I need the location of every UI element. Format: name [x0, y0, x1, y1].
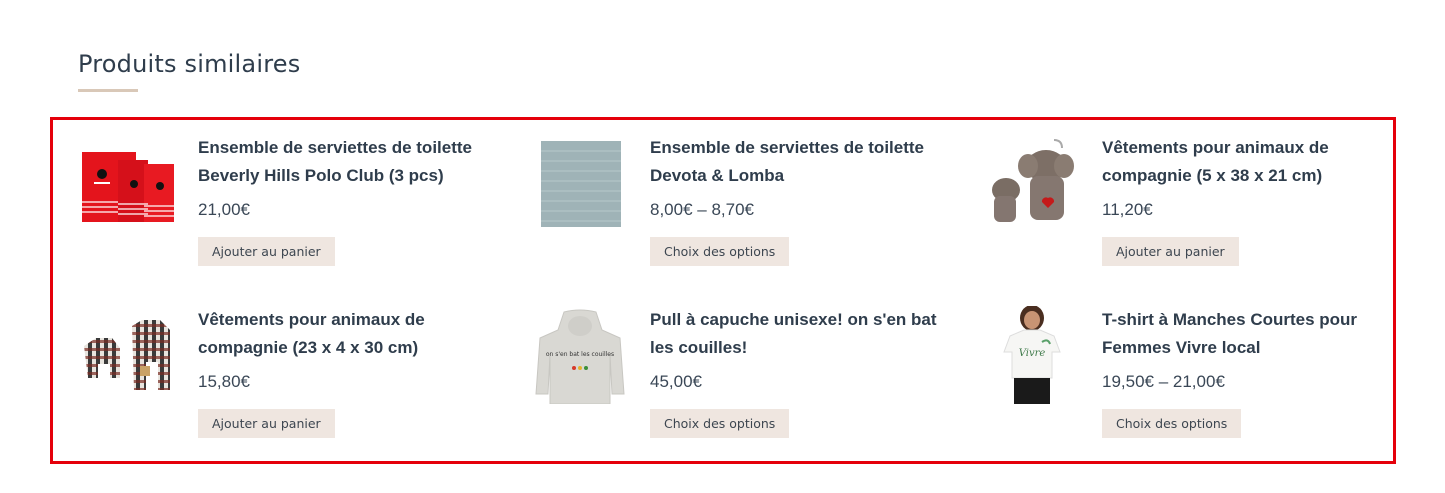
product-title[interactable]: Ensemble de serviettes de toilette Devot…: [650, 134, 950, 190]
product-title[interactable]: Vêtements pour animaux de compagnie (23 …: [198, 306, 498, 362]
product-image-towel-blue[interactable]: [530, 134, 630, 234]
product-card: Vêtements pour animaux de compagnie (23 …: [78, 306, 498, 456]
product-price: 45,00€: [650, 372, 702, 391]
product-image-hoodie[interactable]: on s'en bat les couilles: [530, 306, 630, 406]
product-card: Vivre T-shirt à Manches Courtes pour Fem…: [982, 306, 1402, 456]
add-to-cart-button[interactable]: Ajouter au panier: [1102, 237, 1239, 266]
select-options-button[interactable]: Choix des options: [650, 409, 790, 438]
product-card: Ensemble de serviettes de toilette Devot…: [530, 134, 950, 284]
product-image-tshirt-woman[interactable]: Vivre: [982, 306, 1082, 406]
product-image-pet-costume-elephant[interactable]: [982, 134, 1082, 234]
product-title[interactable]: Pull à capuche unisexe! on s'en bat les …: [650, 306, 950, 362]
product-price: 21,00€: [198, 200, 250, 219]
select-options-button[interactable]: Choix des options: [1102, 409, 1242, 438]
add-to-cart-button[interactable]: Ajouter au panier: [198, 237, 335, 266]
product-image-towels-red[interactable]: [78, 134, 178, 234]
product-title[interactable]: T-shirt à Manches Courtes pour Femmes Vi…: [1102, 306, 1402, 362]
product-price: 15,80€: [198, 372, 250, 391]
tshirt-print-text: Vivre: [1019, 348, 1046, 359]
product-price: 8,00€ – 8,70€: [650, 200, 754, 219]
select-options-button[interactable]: Choix des options: [650, 237, 790, 266]
add-to-cart-button[interactable]: Ajouter au panier: [198, 409, 335, 438]
product-card: Ensemble de serviettes de toilette Bever…: [78, 134, 498, 284]
product-title[interactable]: Vêtements pour animaux de compagnie (5 x…: [1102, 134, 1402, 190]
product-title[interactable]: Ensemble de serviettes de toilette Bever…: [198, 134, 498, 190]
product-price: 19,50€ – 21,00€: [1102, 372, 1225, 391]
product-card: on s'en bat les couilles Pull à capuche …: [530, 306, 950, 456]
hoodie-print-text: on s'en bat les couilles: [546, 351, 614, 358]
section-title: Produits similaires: [78, 50, 301, 78]
product-card: Vêtements pour animaux de compagnie (5 x…: [982, 134, 1402, 284]
title-underline: [78, 89, 138, 92]
product-image-pet-pajamas[interactable]: [78, 306, 178, 406]
product-price: 11,20€: [1102, 200, 1153, 219]
